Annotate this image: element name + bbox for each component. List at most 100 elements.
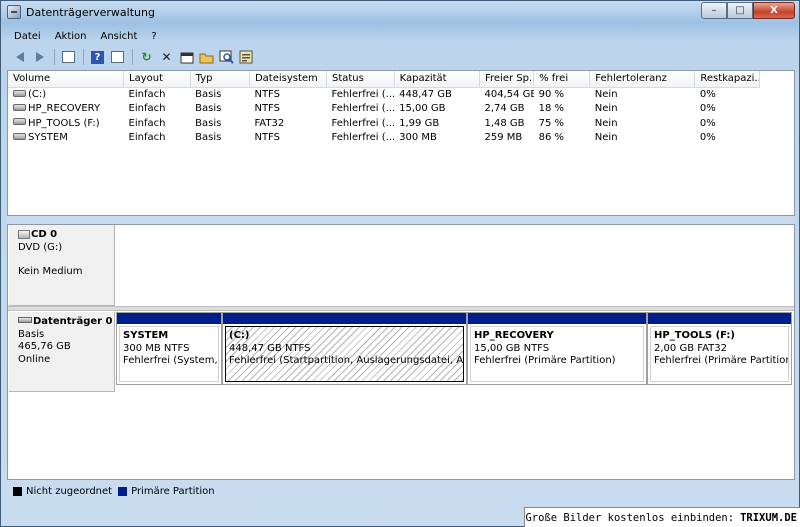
column-header-prozent-frei[interactable]: % frei: [533, 71, 591, 88]
column-header-layout[interactable]: Layout: [123, 71, 191, 88]
watermark-banner[interactable]: Große Bilder kostenlos einbinden: TRIXUM…: [524, 507, 800, 527]
maximize-button[interactable]: □: [727, 2, 753, 19]
legend-label-primary: Primäre Partition: [131, 485, 215, 497]
column-header-fehlertoleranz[interactable]: Fehlertoleranz: [589, 71, 696, 88]
table-row[interactable]: HP_RECOVERY Einfach Basis NTFS Fehlerfre…: [8, 102, 760, 117]
hard-disk-icon: [18, 317, 32, 323]
properties-button[interactable]: [109, 49, 126, 66]
volume-name: (C:): [28, 89, 47, 100]
partition-name: HP_RECOVERY: [474, 330, 554, 341]
table-cell: 0%: [699, 89, 716, 100]
table-cell: 75 %: [538, 117, 564, 129]
menu-datei[interactable]: Datei: [7, 31, 48, 42]
table-header-row: Volume Layout Typ Dateisystem Status Kap…: [8, 71, 760, 88]
close-button[interactable]: X: [753, 2, 795, 19]
disk-0-type: Basis: [18, 328, 45, 340]
pane-splitter[interactable]: [7, 216, 795, 224]
primary-partition-bar: [468, 313, 646, 324]
table-cell: 0%: [699, 103, 716, 115]
legend-item-primary: Primäre Partition: [118, 486, 215, 497]
table-cell: 1,48 GB: [484, 117, 525, 129]
disk-graph-pane[interactable]: CD 0 DVD (G:) Kein Medium Datenträger 0 …: [7, 224, 795, 480]
console-tree-button[interactable]: [60, 49, 77, 66]
table-cell: 404,54 GB: [484, 89, 534, 100]
table-cell: 448,47 GB: [399, 89, 452, 100]
table-cell: Fehlerfrei (...: [331, 117, 395, 129]
table-cell: 86 %: [538, 132, 564, 144]
help-button[interactable]: ?: [89, 49, 106, 66]
column-header-restkapazitaet[interactable]: Restkapazi...: [694, 71, 760, 88]
table-cell: 2,74 GB: [484, 103, 525, 115]
toolbar-separator: [83, 49, 84, 65]
partition-name: (C:): [229, 330, 250, 341]
table-row[interactable]: SYSTEM Einfach Basis NTFS Fehlerfrei (..…: [8, 131, 760, 146]
table-row[interactable]: (C:) Einfach Basis NTFS Fehlerfrei (... …: [8, 87, 760, 102]
partition-c[interactable]: (C:) 448,47 GB NTFS Fehlerfrei (Startpar…: [222, 312, 467, 385]
partition-hp-tools[interactable]: HP_TOOLS (F:) 2,00 GB FAT32 Fehlerfrei (…: [647, 312, 792, 385]
volume-list-pane[interactable]: Volume Layout Typ Dateisystem Status Kap…: [7, 70, 795, 216]
open-button[interactable]: [198, 49, 215, 66]
column-header-freier-speicher[interactable]: Freier Sp...: [479, 71, 535, 88]
properties-sheet-button[interactable]: [178, 49, 195, 66]
table-cell: Einfach: [128, 117, 166, 129]
table-cell: SYSTEM: [8, 131, 124, 146]
table-cell: Fehlerfrei (...: [331, 103, 395, 115]
column-header-kapazitaet[interactable]: Kapazität: [394, 71, 480, 88]
disk-0-row: Datenträger 0 Basis 465,76 GB Online SYS…: [8, 312, 794, 392]
partition-hp-recovery[interactable]: HP_RECOVERY 15,00 GB NTFS Fehlerfrei (Pr…: [467, 312, 647, 385]
table-cell: NTFS: [254, 132, 280, 144]
back-button[interactable]: [11, 49, 28, 66]
table-cell: Nein: [594, 89, 618, 100]
minimize-button[interactable]: –: [701, 2, 727, 19]
table-cell: Basis: [195, 103, 222, 115]
disk-0-label[interactable]: Datenträger 0 Basis 465,76 GB Online: [9, 312, 115, 392]
refresh-icon: ↻: [141, 50, 152, 64]
forward-button[interactable]: [31, 49, 48, 66]
menu-help[interactable]: ?: [144, 31, 163, 42]
table-cell: 0%: [699, 132, 716, 144]
partition-name: HP_TOOLS (F:): [654, 330, 736, 341]
volume-name: HP_TOOLS (F:): [28, 117, 100, 129]
column-header-dateisystem[interactable]: Dateisystem: [249, 71, 327, 88]
menu-aktion[interactable]: Aktion: [48, 31, 94, 42]
help-icon: ?: [91, 50, 104, 64]
table-cell: Nein: [594, 132, 618, 144]
table-cell: Einfach: [128, 89, 166, 100]
column-header-typ[interactable]: Typ: [190, 71, 250, 88]
partition-size: 448,47 GB NTFS: [229, 342, 311, 354]
help-topics-button[interactable]: [238, 49, 255, 66]
cd-0-title: CD 0: [18, 229, 114, 242]
partition-body: HP_TOOLS (F:) 2,00 GB FAT32 Fehlerfrei (…: [650, 326, 789, 382]
cd-drive-icon: [18, 229, 30, 239]
menu-ansicht[interactable]: Ansicht: [93, 31, 144, 42]
watermark-brand: TRIXUM.DE: [740, 511, 797, 524]
menu-bar: Datei Aktion Ansicht ?: [7, 27, 793, 45]
disk-0-size: 465,76 GB: [18, 341, 71, 352]
title-bar[interactable]: Datenträgerverwaltung – □ X: [1, 1, 799, 25]
partition-size: 15,00 GB NTFS: [474, 342, 550, 354]
partition-system[interactable]: SYSTEM 300 MB NTFS Fehlerfrei (System, A…: [116, 312, 222, 385]
drive-icon: [13, 118, 26, 126]
back-arrow-icon: [15, 52, 24, 62]
disk-0-title: Datenträger 0: [18, 316, 114, 329]
table-cell: FAT32: [254, 117, 285, 129]
delete-button[interactable]: ✕: [158, 49, 175, 66]
table-cell: NTFS: [254, 103, 280, 115]
window-title: Datenträgerverwaltung: [26, 6, 155, 19]
drive-icon: [13, 89, 26, 97]
refresh-button[interactable]: ↻: [138, 49, 155, 66]
disk-management-window: Datenträgerverwaltung – □ X Datei Aktion…: [0, 0, 800, 527]
console-tree-icon: [62, 51, 75, 63]
column-header-volume[interactable]: Volume: [8, 71, 125, 88]
volume-name: HP_RECOVERY: [28, 103, 101, 115]
explore-button[interactable]: [218, 49, 235, 66]
volume-table: Volume Layout Typ Dateisystem Status Kap…: [8, 71, 760, 145]
table-cell: Einfach: [128, 132, 166, 144]
table-row[interactable]: HP_TOOLS (F:) Einfach Basis FAT32 Fehler…: [8, 116, 760, 131]
column-header-status[interactable]: Status: [326, 71, 395, 88]
cd-0-label[interactable]: CD 0 DVD (G:) Kein Medium: [9, 225, 115, 306]
legend: Nicht zugeordnet Primäre Partition: [7, 482, 795, 500]
disk-management-app-icon[interactable]: [7, 5, 21, 19]
table-cell: 18 %: [538, 103, 564, 115]
disk-0-name: Datenträger 0: [33, 316, 113, 327]
